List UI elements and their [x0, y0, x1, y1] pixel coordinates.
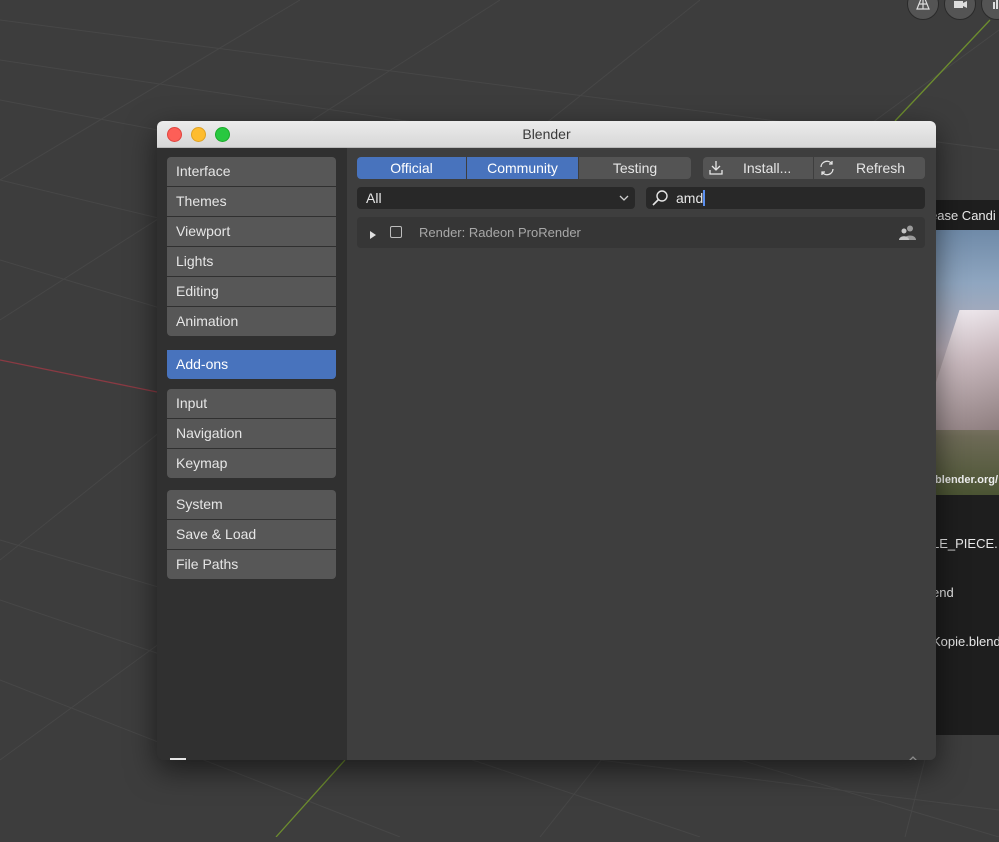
download-icon — [708, 159, 724, 182]
sidebar-item-input[interactable]: Input — [167, 389, 336, 418]
sidebar-item-save-load[interactable]: Save & Load — [167, 520, 336, 549]
install-label: Install... — [743, 160, 792, 176]
search-value: amd — [676, 190, 704, 206]
tab-community[interactable]: Community — [467, 157, 578, 179]
category-value: All — [366, 190, 382, 206]
nav-group-input: Input Navigation Keymap — [167, 389, 336, 478]
sidebar-item-addons[interactable]: Add-ons — [167, 350, 336, 379]
list-item: Render: Radeon ProRender — [357, 217, 925, 248]
splash-artwork — [930, 230, 999, 495]
category-dropdown[interactable]: All — [357, 187, 635, 209]
nav-group-addons: Add-ons — [167, 350, 336, 379]
install-button[interactable]: Install... — [703, 157, 813, 179]
sidebar-item-keymap[interactable]: Keymap — [167, 449, 336, 478]
sidebar-item-viewport[interactable]: Viewport — [167, 217, 336, 246]
refresh-button[interactable]: Refresh — [814, 157, 925, 179]
recent-file-item[interactable]: LE_PIECE. — [932, 536, 998, 551]
text-cursor — [703, 190, 705, 206]
collapse-chevron-icon[interactable] — [906, 750, 920, 760]
addons-panel: Official Community Testing Install... Re… — [347, 148, 936, 760]
title-bar[interactable]: Blender — [157, 121, 936, 148]
preferences-sidebar: Interface Themes Viewport Lights Editing… — [157, 148, 347, 760]
hamburger-menu-icon[interactable] — [168, 755, 188, 760]
recent-file-item[interactable]: Kopie.blend — [932, 634, 999, 649]
sidebar-item-editing[interactable]: Editing — [167, 277, 336, 306]
search-input[interactable]: amd — [646, 187, 925, 209]
sidebar-item-themes[interactable]: Themes — [167, 187, 336, 216]
sidebar-item-interface[interactable]: Interface — [167, 157, 336, 186]
chevron-down-icon — [619, 187, 629, 215]
search-icon — [651, 189, 669, 213]
tab-testing[interactable]: Testing — [579, 157, 691, 179]
nav-group-ui: Interface Themes Viewport Lights Editing… — [167, 157, 336, 336]
refresh-label: Refresh — [856, 160, 906, 176]
sidebar-item-navigation[interactable]: Navigation — [167, 419, 336, 448]
addon-enable-checkbox[interactable] — [390, 226, 402, 238]
splash-screen: ease Candi .blender.org/ LE_PIECE. end K… — [930, 200, 999, 735]
sidebar-item-animation[interactable]: Animation — [167, 307, 336, 336]
splash-release-text: ease Candi — [930, 208, 996, 223]
nav-group-system: System Save & Load File Paths — [167, 490, 336, 579]
sidebar-item-system[interactable]: System — [167, 490, 336, 519]
preferences-window: Blender Interface Themes Viewport Lights… — [157, 121, 936, 760]
tab-official[interactable]: Official — [357, 157, 466, 179]
splash-url: .blender.org/ — [932, 474, 999, 486]
community-users-icon — [899, 224, 917, 246]
addon-name: Render: Radeon ProRender — [419, 225, 581, 240]
sidebar-item-file-paths[interactable]: File Paths — [167, 550, 336, 579]
expand-arrow-icon[interactable] — [369, 227, 377, 245]
refresh-icon — [818, 159, 836, 183]
window-title: Blender — [522, 126, 571, 142]
sidebar-item-lights[interactable]: Lights — [167, 247, 336, 276]
